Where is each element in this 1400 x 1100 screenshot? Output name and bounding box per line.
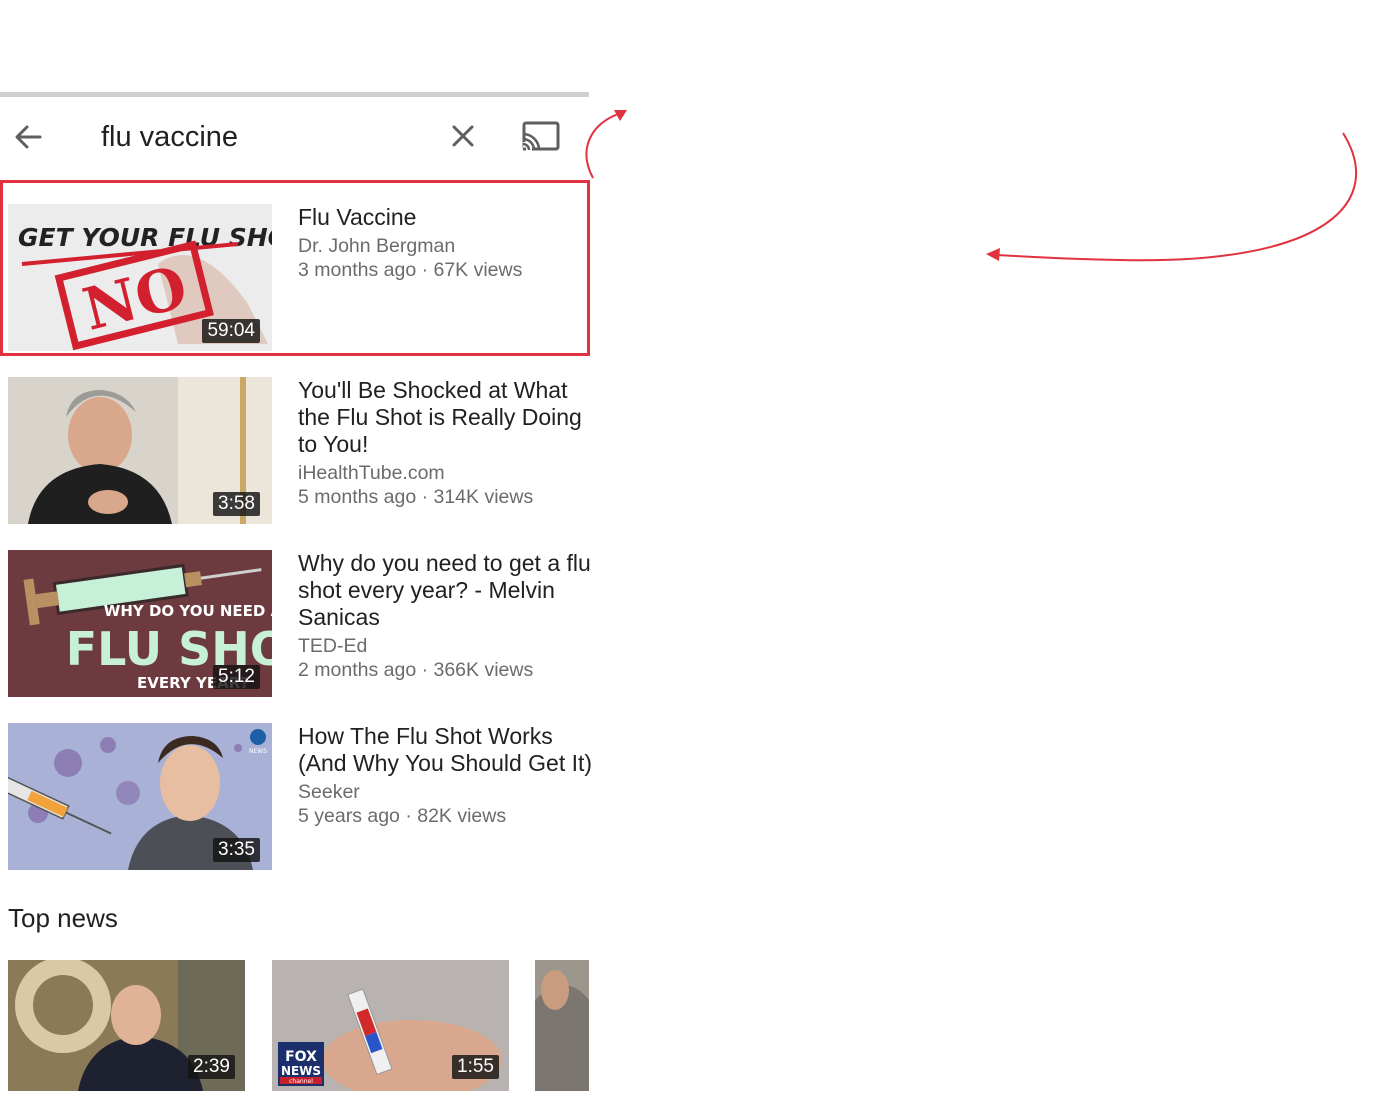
video-info: Flu Vaccine Dr. John Bergman 3 months ag… [298,204,593,282]
video-thumbnail[interactable]: 3:58 [8,377,272,524]
video-title[interactable]: You'll Be Shocked at What the Flu Shot i… [298,377,593,458]
thumb-logo-text: NEWS [249,748,267,755]
video-channel[interactable]: iHealthTube.com [298,461,593,485]
video-duration: 5:12 [213,665,260,689]
video-result-1[interactable]: GET YOUR FLU SHOT NO 59:04 Flu Vaccine D… [8,204,593,352]
video-duration: 2:39 [188,1055,235,1079]
video-thumbnail[interactable]: WHY DO YOU NEED A FLU SHOT EVERY YEAR? 5… [8,550,272,697]
news-card-3[interactable] [535,960,589,1091]
video-meta: 5 months ago · 314K views [298,486,534,508]
video-result-4[interactable]: NEWS 3:35 How The Flu Shot Works (And Wh… [8,723,593,871]
video-duration: 3:58 [213,492,260,516]
video-result-3[interactable]: WHY DO YOU NEED A FLU SHOT EVERY YEAR? 5… [8,550,593,698]
video-channel[interactable]: TED-Ed [298,634,593,658]
video-meta: 3 months ago · 67K views [298,259,523,281]
fox-logo-line2: NEWS [281,1064,321,1078]
news-card-1[interactable]: 2:39 [8,960,245,1091]
video-title[interactable]: Why do you need to get a flu shot every … [298,550,593,631]
video-duration: 3:35 [213,838,260,862]
video-meta: 5 years ago · 82K views [298,805,507,827]
news-thumbnail [535,960,589,1091]
video-title[interactable]: How The Flu Shot Works (And Why You Shou… [298,723,593,777]
video-info: You'll Be Shocked at What the Flu Shot i… [298,377,593,509]
fox-logo-line1: FOX [285,1049,317,1065]
video-channel[interactable]: Dr. John Bergman [298,234,593,258]
video-channel[interactable]: Seeker [298,780,593,804]
thumb-top-text: GET YOUR FLU SHOT [18,223,272,252]
news-card-2[interactable]: FOX NEWS channel 1:55 [272,960,509,1091]
video-meta: 2 months ago · 366K views [298,659,534,681]
video-duration: 59:04 [202,319,260,343]
cast-icon [522,121,560,152]
fox-logo-line3: channel [289,1078,313,1085]
video-thumbnail[interactable]: GET YOUR FLU SHOT NO 59:04 [8,204,272,351]
close-icon [452,125,474,147]
top-news-heading: Top news [8,903,118,933]
video-thumbnail[interactable]: NEWS 3:35 [8,723,272,870]
clear-search-button[interactable] [446,119,480,153]
video-info: How The Flu Shot Works (And Why You Shou… [298,723,593,828]
search-bar: flu vaccine [0,97,589,181]
video-info: Why do you need to get a flu shot every … [298,550,593,682]
video-result-2[interactable]: 3:58 You'll Be Shocked at What the Flu S… [8,377,593,525]
back-button[interactable] [10,119,46,155]
arrow-left-icon [15,125,42,149]
video-title[interactable]: Flu Vaccine [298,204,593,231]
thumb-line1: WHY DO YOU NEED A [104,602,272,620]
search-input[interactable]: flu vaccine [101,121,238,154]
cast-button[interactable] [519,117,563,157]
video-duration: 1:55 [452,1055,499,1079]
